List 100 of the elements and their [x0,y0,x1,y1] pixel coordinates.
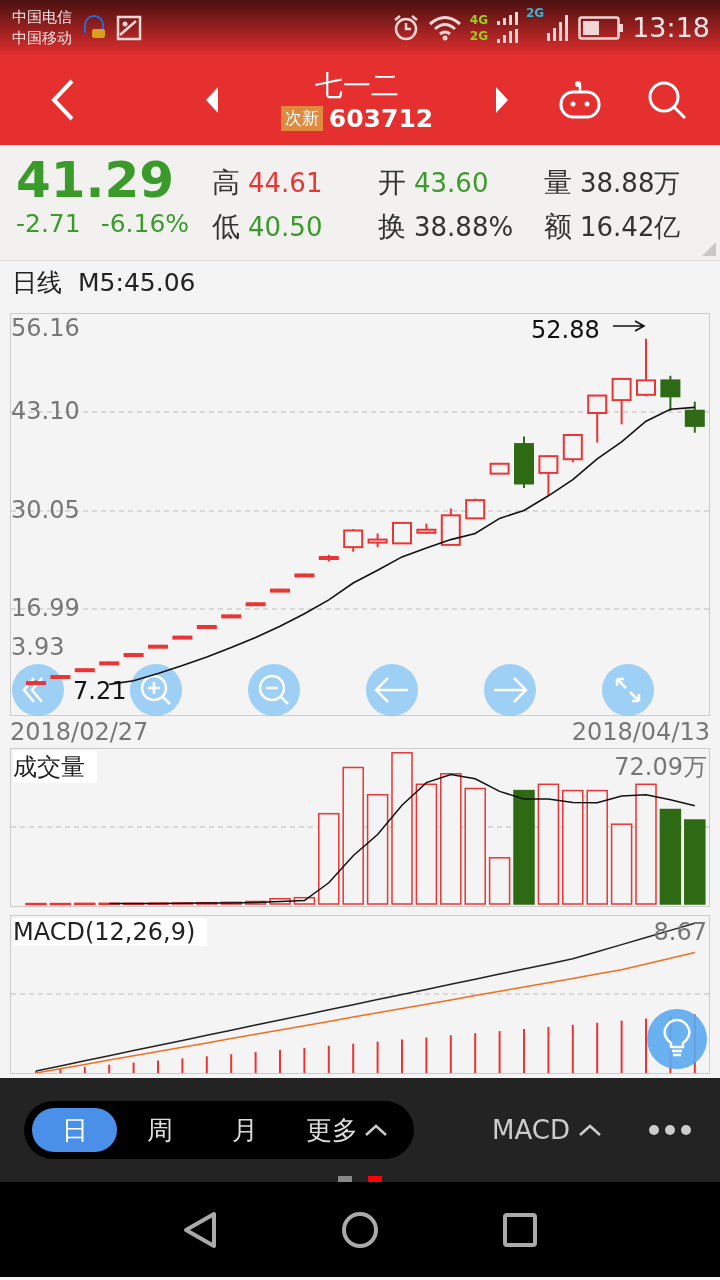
period-tab[interactable]: 周 [117,1108,203,1152]
stat-value: 38.88万 [580,166,681,200]
battery-icon [578,15,625,40]
volume-bar [171,902,194,905]
max-price-label: 52.88 [531,316,600,344]
candlestick [294,572,315,578]
macd-bar [181,1057,184,1073]
indicator-button[interactable]: MACD [486,1114,608,1146]
home-icon[interactable] [340,1209,380,1250]
volume-bar [74,902,96,906]
macd-bar [59,1067,62,1073]
candlestick [148,643,168,649]
stat-value: 40.50 [248,212,323,242]
macd-bar [474,1032,477,1073]
stat-value: 16.42亿 [580,210,681,244]
network-label: 2G [469,27,488,44]
macd-bar [132,1061,135,1073]
stat-label: 换 [378,209,406,245]
more-icon[interactable] [648,1124,692,1136]
carrier-name: 中国电信 [12,6,72,28]
volume-title: 成交量 [13,751,97,783]
stock-name: 七一二 [315,67,399,104]
search-icon[interactable] [646,79,688,121]
macd-bar [425,1036,428,1073]
zoom-in-icon[interactable] [130,664,182,716]
macd-bar [254,1051,257,1073]
macd-bar [449,1034,452,1073]
axis-tick-label: 3.93 [11,633,65,661]
candlestick [416,522,437,535]
candlestick [196,624,217,629]
candlestick [489,462,510,475]
current-price: 41.29 [16,151,176,209]
period-tab[interactable]: 更多 [287,1108,406,1152]
stat-label: 低 [212,209,240,245]
candlestick [74,667,95,673]
candlestick [343,527,364,553]
candlestick [514,435,534,490]
network-label: 2G [526,6,545,20]
macd-value: 8.67 [653,918,707,946]
volume-bar [147,902,169,905]
macd-bar [596,1021,599,1073]
robot-icon[interactable] [558,80,602,120]
corner-handle-icon[interactable] [702,242,716,256]
macd-bar [83,1065,86,1073]
candlestick [660,374,681,412]
axis-tick-label: 30.05 [11,496,80,524]
stat-label: 开 [378,165,406,201]
candlestick [245,601,266,607]
start-date: 2018/02/27 [10,718,149,746]
macd-bar [230,1053,233,1073]
volume-bar [122,902,145,906]
volume-bar [293,896,316,905]
macd-bar [547,1025,550,1073]
period-tab[interactable]: 月 [202,1108,288,1152]
candlestick [26,679,46,686]
carrier-name: 中国移动 [12,27,72,49]
image-icon [116,14,142,41]
stock-code: 603712 [328,103,434,133]
stock-tag: 次新 [280,105,323,131]
collapse-icon[interactable] [12,664,64,716]
volume-bar [196,902,218,905]
axis-tick-label: 16.99 [11,594,80,622]
arrow-icon [612,320,646,332]
stat-value: 44.61 [248,168,323,198]
volume-bar [49,902,72,906]
macd-bar [376,1040,379,1073]
candlestick [562,433,583,464]
clock: 13:18 [632,12,710,43]
candlestick [172,634,193,640]
min-price-label: 7.21 [73,677,127,705]
volume-bar [269,898,291,905]
macd-bar [571,1023,574,1073]
macd-bar [620,1019,623,1073]
candlestick [392,521,412,545]
volume-bar [220,901,242,905]
period-label: 日线 [12,266,62,299]
volume-bar [488,857,511,905]
axis-tick-label: 43.10 [11,397,80,425]
signal-icon [496,10,518,45]
caret-icon [363,1123,388,1137]
candlestick [221,613,242,619]
max-volume-label: 72.09万 [614,752,707,783]
candlestick [538,454,559,497]
macd-title: MACD(12,26,9) [13,918,208,946]
candlestick [587,394,608,444]
candlestick [270,587,290,593]
wifi-icon [427,14,462,41]
candlestick [99,660,120,666]
macd-bar [498,1030,501,1073]
lightbulb-icon[interactable] [647,1009,707,1069]
macd-bar [108,1063,111,1073]
candlestick [684,400,705,434]
macd-bar [303,1046,306,1073]
macd-bar [352,1042,355,1073]
candlestick [367,532,388,549]
stat-value: 43.60 [414,168,489,198]
stat-value: 38.88% [414,212,514,242]
candlestick [636,337,656,398]
candlestick [50,674,71,679]
stat-label: 额 [544,209,572,245]
